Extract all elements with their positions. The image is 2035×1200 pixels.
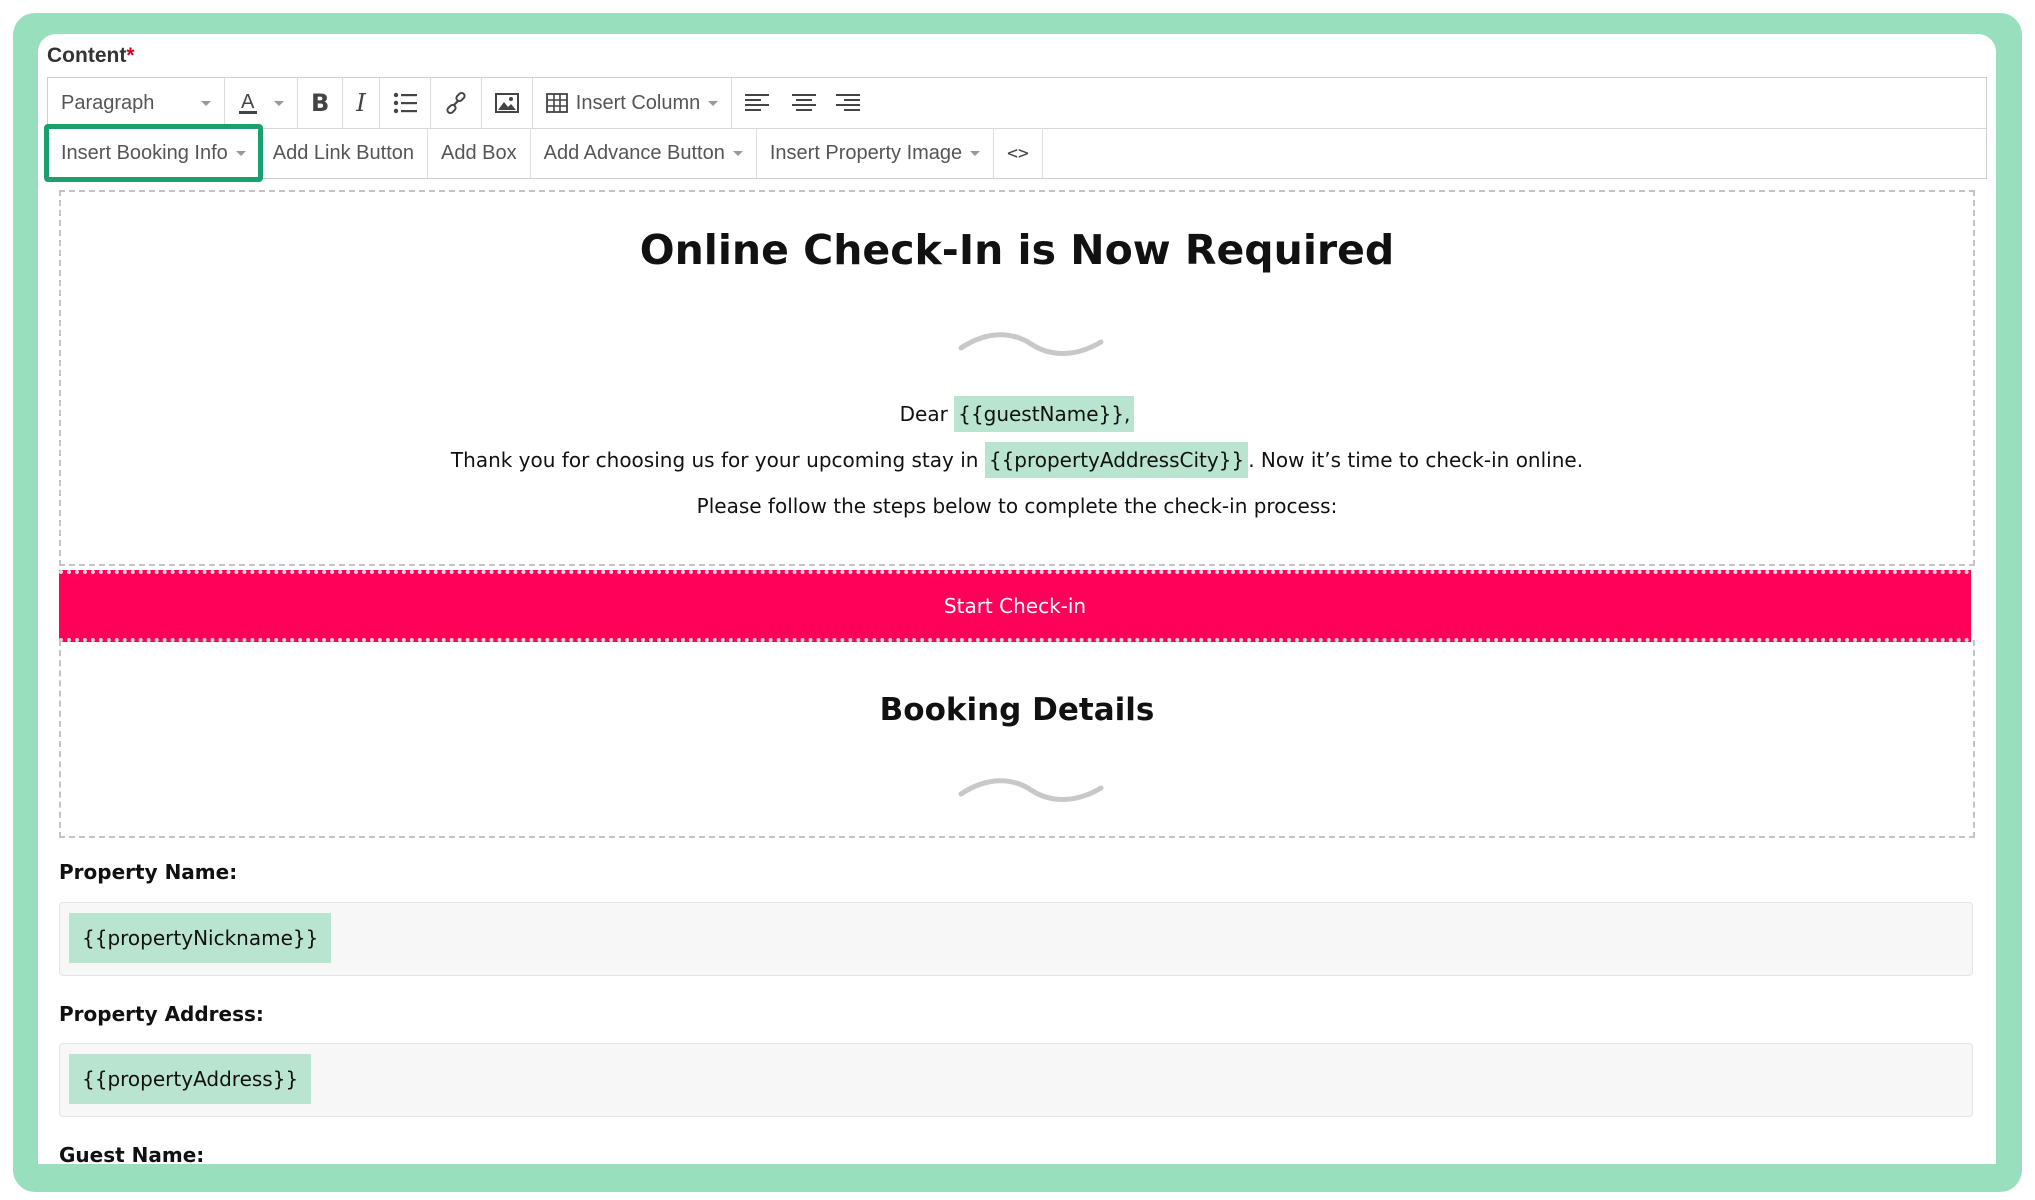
insert-column-label: Insert Column [575, 91, 701, 114]
start-checkin-button[interactable]: Start Check-in [59, 570, 1971, 642]
insert-booking-info-dropdown[interactable]: Insert Booking Info [44, 124, 263, 182]
code-view-label: <> [1007, 142, 1029, 164]
text-color-icon: A [238, 90, 260, 116]
property-address-box[interactable]: {{propertyAddress}} [59, 1043, 1973, 1117]
guest-name-tag[interactable]: {{guestName}}, [954, 396, 1135, 432]
code-view-icon[interactable]: <> [994, 128, 1043, 178]
chevron-down-icon [732, 150, 743, 156]
add-advance-button-dropdown[interactable]: Add Advance Button [531, 128, 757, 178]
instructions-line: Please follow the steps below to complet… [696, 494, 1338, 518]
property-address-label: Property Address: [59, 1002, 264, 1026]
paragraph-format-select[interactable]: Paragraph [48, 78, 225, 128]
greeting-line: Dear {{guestName}}, [61, 396, 1973, 432]
property-nickname-tag[interactable]: {{propertyNickname}} [69, 913, 332, 963]
property-name-box[interactable]: {{propertyNickname}} [59, 902, 1973, 976]
intro-prefix: Thank you for choosing us for your upcom… [450, 448, 985, 472]
add-box-label: Add Box [441, 141, 517, 164]
chevron-down-icon [201, 100, 211, 106]
toolbar-row-1: Paragraph A B I Insert Column [48, 78, 1986, 129]
booking-details-section: Booking Details [59, 640, 1975, 838]
text-color-button[interactable]: A [225, 78, 298, 128]
decorative-divider-icon [958, 778, 1104, 802]
booking-details-title: Booking Details [879, 692, 1155, 728]
chevron-down-icon [970, 150, 981, 156]
email-title: Online Check-In is Now Required [639, 226, 1395, 274]
guest-name-label: Guest Name: [59, 1143, 205, 1164]
email-body-editor[interactable]: Online Check-In is Now Required Dear {{g… [59, 190, 1975, 1164]
add-advance-button-label: Add Advance Button [543, 141, 725, 164]
insert-column-dropdown[interactable]: Insert Column [533, 78, 733, 128]
table-icon [545, 93, 568, 113]
insert-property-image-label: Insert Property Image [769, 141, 963, 164]
bold-icon[interactable]: B [298, 78, 344, 128]
paragraph-format-label: Paragraph [61, 91, 155, 114]
insert-property-image-dropdown[interactable]: Insert Property Image [757, 128, 995, 178]
property-city-tag[interactable]: {{propertyAddressCity}} [984, 442, 1249, 478]
align-left-icon[interactable] [732, 78, 782, 128]
chevron-down-icon [274, 100, 284, 106]
chevron-down-icon [708, 100, 719, 106]
insert-booking-info-label: Insert Booking Info [61, 141, 228, 164]
bullet-list-icon[interactable] [380, 78, 431, 128]
align-center-icon[interactable] [782, 78, 826, 128]
start-checkin-label: Start Check-in [943, 594, 1087, 618]
add-link-button[interactable]: Add Link Button [260, 128, 428, 178]
image-icon[interactable] [482, 78, 533, 128]
required-marker: * [126, 44, 135, 67]
chevron-down-icon [235, 150, 246, 156]
editor-card: Content* Paragraph A B I Insert Column I… [38, 34, 1996, 1164]
rich-text-toolbar: Paragraph A B I Insert Column Insert Boo… [44, 77, 1987, 182]
header-section: Online Check-In is Now Required Dear {{g… [59, 190, 1975, 566]
svg-text:A: A [241, 91, 255, 113]
content-label: Content* [47, 44, 135, 67]
add-link-button-label: Add Link Button [272, 141, 414, 164]
intro-suffix: . Now it’s time to check-in online. [1248, 448, 1584, 472]
italic-icon[interactable]: I [343, 78, 380, 128]
decorative-divider-icon [958, 332, 1104, 356]
link-icon[interactable] [431, 78, 482, 128]
property-address-tag[interactable]: {{propertyAddress}} [69, 1054, 312, 1104]
align-right-icon[interactable] [826, 78, 870, 128]
greeting-prefix: Dear [899, 402, 955, 426]
property-name-label: Property Name: [59, 860, 238, 884]
toolbar-row-2: Insert Booking Info Add Link Button Add … [44, 124, 1986, 182]
intro-line: Thank you for choosing us for your upcom… [61, 442, 1973, 478]
add-box-button[interactable]: Add Box [428, 128, 531, 178]
